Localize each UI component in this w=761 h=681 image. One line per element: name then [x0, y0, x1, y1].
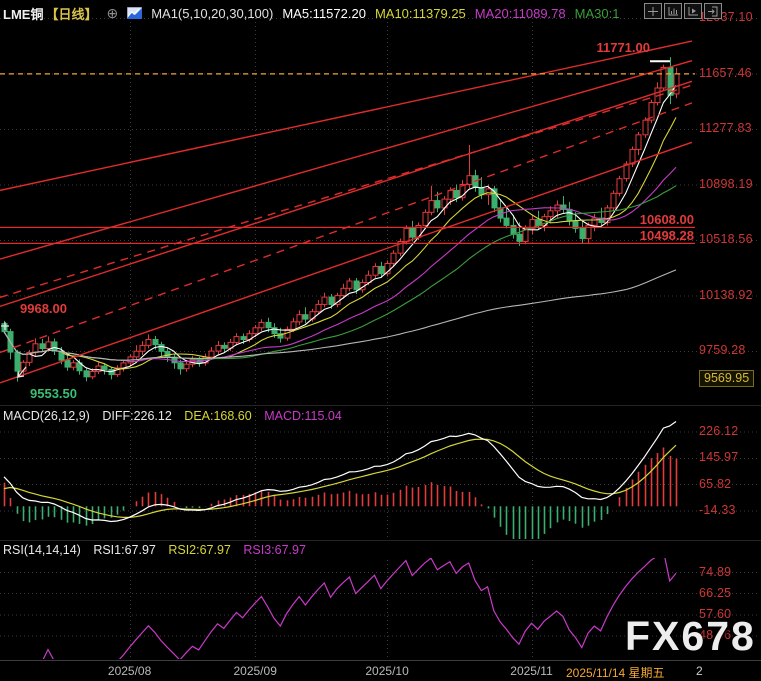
- ma10-value: MA10:11379.25: [375, 6, 466, 21]
- ma-settings-label: MA1(5,10,20,30,100): [151, 6, 273, 21]
- macd-macd-value: MACD:115.04: [264, 409, 342, 423]
- rsi2-value: RSI2:67.97: [168, 543, 231, 557]
- price-chart-svg[interactable]: [0, 0, 761, 681]
- indicator-window-icon[interactable]: [664, 3, 682, 19]
- trend-lines-layer[interactable]: [0, 41, 695, 383]
- playback-icon[interactable]: [684, 3, 702, 19]
- macd-header: MACD(26,12,9) DIFF:226.12 DEA:168.60 MAC…: [3, 409, 342, 423]
- symbol-title: LME铜: [3, 4, 43, 23]
- macd-dea-value: DEA:168.60: [184, 409, 251, 423]
- add-indicator-icon[interactable]: ⊕: [106, 5, 118, 22]
- kline-indicator-icon[interactable]: [127, 7, 142, 19]
- chart-toolbar: [644, 3, 722, 19]
- ma30-value: MA30:1: [575, 6, 620, 21]
- rsi-header: RSI(14,14,14) RSI1:67.97 RSI2:67.97 RSI3…: [3, 543, 306, 557]
- rsi1-value: RSI1:67.97: [93, 543, 156, 557]
- macd-diff-value: DIFF:226.12: [102, 409, 171, 423]
- chart-header: LME铜 【日线】 ⊕ MA1(5,10,20,30,100) MA5:1157…: [3, 3, 619, 23]
- chart-canvas[interactable]: [0, 0, 761, 681]
- macd-title: MACD(26,12,9): [3, 409, 90, 423]
- candles-layer[interactable]: [2, 57, 679, 381]
- watermark: FX678: [625, 613, 756, 660]
- ma20-value: MA20:11089.78: [475, 6, 566, 21]
- timeframe-label: 【日线】: [45, 4, 97, 23]
- charting-app: 11771.00 10608.00 10498.28 9968.00 9553.…: [0, 0, 761, 681]
- crosshair-icon[interactable]: [644, 3, 662, 19]
- ma5-value: MA5:11572.20: [282, 6, 366, 21]
- exit-fullscreen-icon[interactable]: [704, 3, 722, 19]
- rsi-title: RSI(14,14,14): [3, 543, 81, 557]
- rsi3-value: RSI3:67.97: [243, 543, 306, 557]
